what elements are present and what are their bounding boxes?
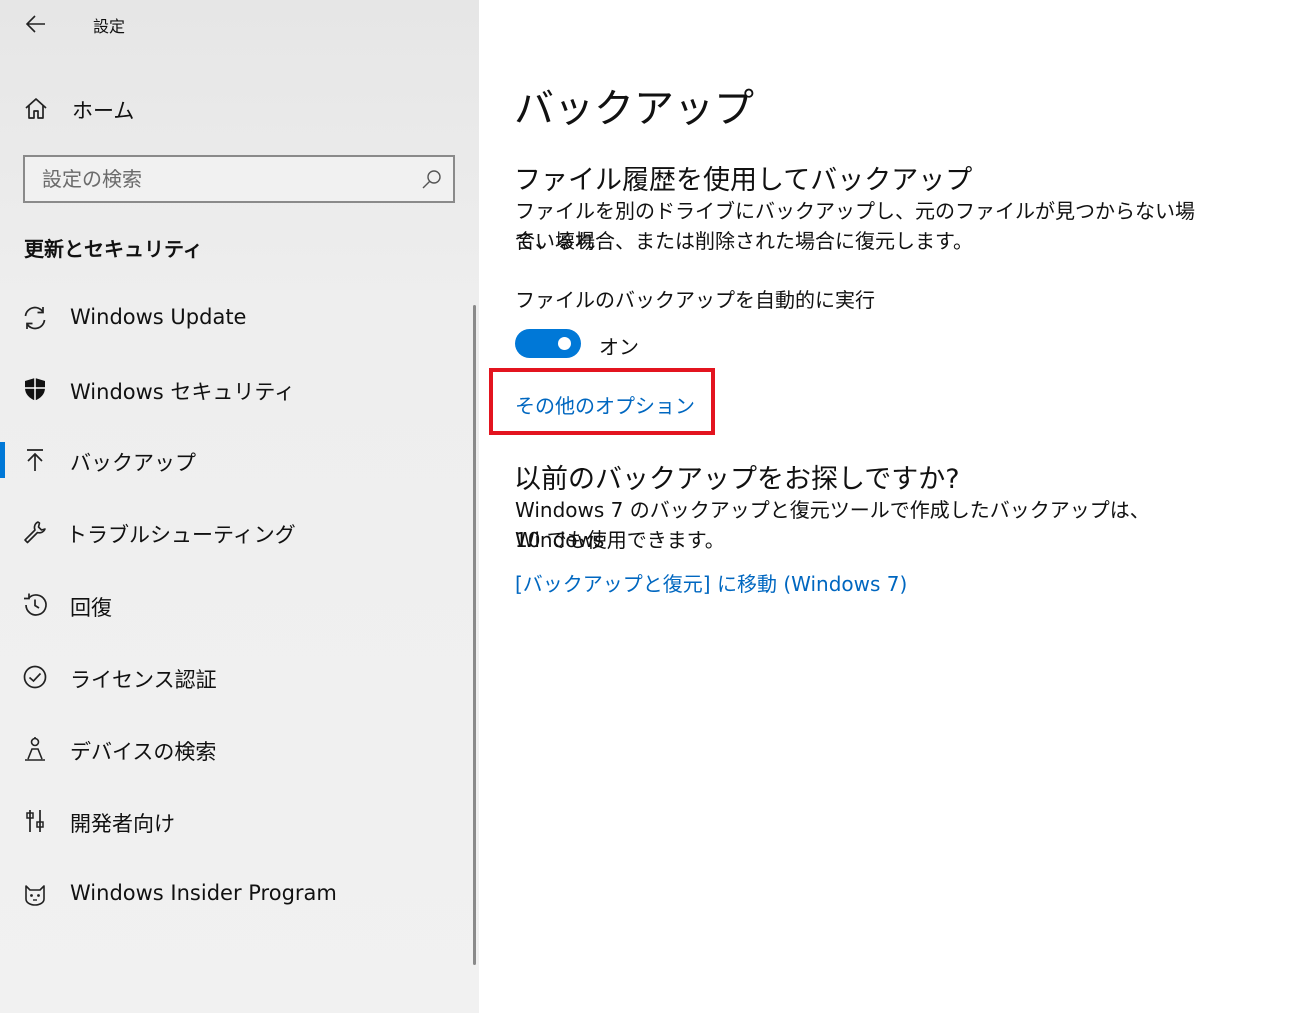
sidebar-item-label: ライセンス認証: [70, 668, 217, 692]
sidebar-item-label: Windows セキュリティ: [70, 380, 296, 404]
app-title: 設定: [93, 17, 126, 36]
sync-icon: [24, 306, 46, 330]
sidebar-item-label: Windows Update: [70, 305, 247, 329]
page-title: バックアップ: [514, 86, 754, 132]
file-history-description-line2: ている場合、または削除された場合に復元します。: [515, 229, 973, 253]
auto-backup-toggle[interactable]: [515, 329, 581, 358]
search-input[interactable]: [25, 157, 405, 201]
home-nav-item[interactable]: ホーム: [0, 84, 479, 132]
sidebar-item-label: 開発者向け: [70, 812, 175, 836]
back-button[interactable]: [18, 8, 54, 40]
sidebar-item-label: デバイスの検索: [70, 740, 217, 764]
wrench-icon: [24, 521, 46, 544]
sidebar-item-windows-update[interactable]: Windows Update: [0, 290, 474, 346]
insider-cat-icon: [25, 885, 45, 906]
sidebar-item-activation[interactable]: ライセンス認証: [0, 649, 474, 705]
backup-arrow-icon: [27, 449, 43, 471]
sidebar-item-label: バックアップ: [70, 451, 196, 475]
section-title: 更新とセキュリティ: [24, 237, 203, 261]
sidebar-item-insider-program[interactable]: Windows Insider Program: [0, 866, 474, 922]
backup-restore-windows7-link[interactable]: [バックアップと復元] に移動 (Windows 7): [515, 568, 907, 597]
check-circle-icon: [23, 665, 47, 689]
home-label: ホーム: [72, 99, 135, 123]
toggle-state-label: オン: [599, 335, 639, 359]
sidebar-item-label: トラブルシューティング: [66, 523, 296, 547]
sidebar-item-troubleshoot[interactable]: トラブルシューティング: [0, 504, 474, 560]
person-location-icon: [25, 737, 45, 761]
sidebar-item-developers[interactable]: 開発者向け: [0, 793, 474, 849]
shield-icon: [25, 378, 45, 401]
selection-indicator: [0, 442, 5, 478]
search-box[interactable]: [23, 155, 455, 203]
sidebar-item-label: 回復: [70, 596, 112, 620]
sidebar: 設定 ホーム 更新とセキュリティ Windows Update: [0, 0, 479, 1013]
history-icon: [24, 593, 47, 616]
sidebar-item-windows-security[interactable]: Windows セキュリティ: [0, 361, 474, 417]
back-arrow-icon: [26, 15, 45, 33]
toggle-knob: [558, 337, 571, 350]
sidebar-item-find-my-device[interactable]: デバイスの検索: [0, 721, 474, 777]
more-options-link[interactable]: その他のオプション: [515, 390, 695, 419]
auto-backup-label: ファイルのバックアップを自動的に実行: [515, 288, 875, 312]
home-icon: [25, 98, 47, 119]
older-backup-description-line2: 10 でも使用できます。: [515, 528, 725, 552]
file-history-heading: ファイル履歴を使用してバックアップ: [514, 165, 973, 196]
sidebar-scrollbar[interactable]: [473, 305, 476, 965]
settings-window: 設定 ホーム 更新とセキュリティ Windows Update: [0, 0, 1305, 1013]
older-backup-heading: 以前のバックアップをお探しですか?: [514, 464, 960, 495]
sidebar-item-backup[interactable]: バックアップ: [0, 432, 474, 488]
developer-tools-icon: [26, 810, 44, 832]
search-icon[interactable]: [421, 168, 443, 190]
main-content: バックアップ ファイル履歴を使用してバックアップ ファイルを別のドライブにバック…: [479, 0, 1305, 1013]
sidebar-item-recovery[interactable]: 回復: [0, 577, 474, 633]
title-bar: 設定: [0, 0, 479, 48]
sidebar-item-label: Windows Insider Program: [70, 881, 337, 905]
